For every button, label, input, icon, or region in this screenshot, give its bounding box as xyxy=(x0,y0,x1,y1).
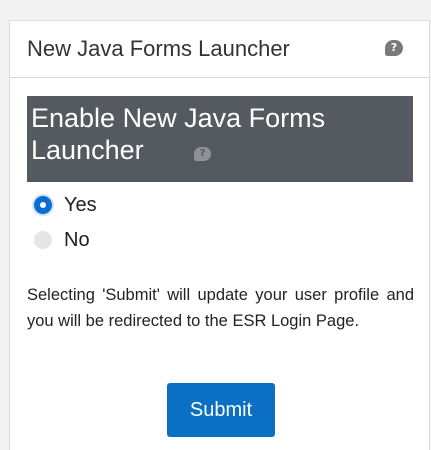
section-title: Enable New Java Forms Launcher xyxy=(31,103,326,165)
submit-button[interactable]: Submit xyxy=(167,383,275,437)
panel-title: New Java Forms Launcher xyxy=(27,36,290,61)
option-no[interactable]: No xyxy=(34,227,90,253)
section-banner: Enable New Java Forms Launcher ? xyxy=(27,96,413,182)
yes-radio-button[interactable] xyxy=(34,196,52,214)
help-icon[interactable]: ? xyxy=(385,40,403,56)
submit-info-text: Selecting 'Submit' will update your user… xyxy=(27,286,414,330)
page-background: New Java Forms Launcher ? Enable New Jav… xyxy=(0,0,431,450)
panel-header: New Java Forms Launcher ? xyxy=(10,21,429,78)
option-yes[interactable]: Yes xyxy=(34,192,97,218)
java-forms-launcher-panel: New Java Forms Launcher ? Enable New Jav… xyxy=(9,20,430,450)
section-help-icon[interactable]: ? xyxy=(194,147,211,161)
no-radio-button[interactable] xyxy=(34,231,52,249)
yes-label: Yes xyxy=(64,193,97,216)
no-label: No xyxy=(64,228,90,251)
